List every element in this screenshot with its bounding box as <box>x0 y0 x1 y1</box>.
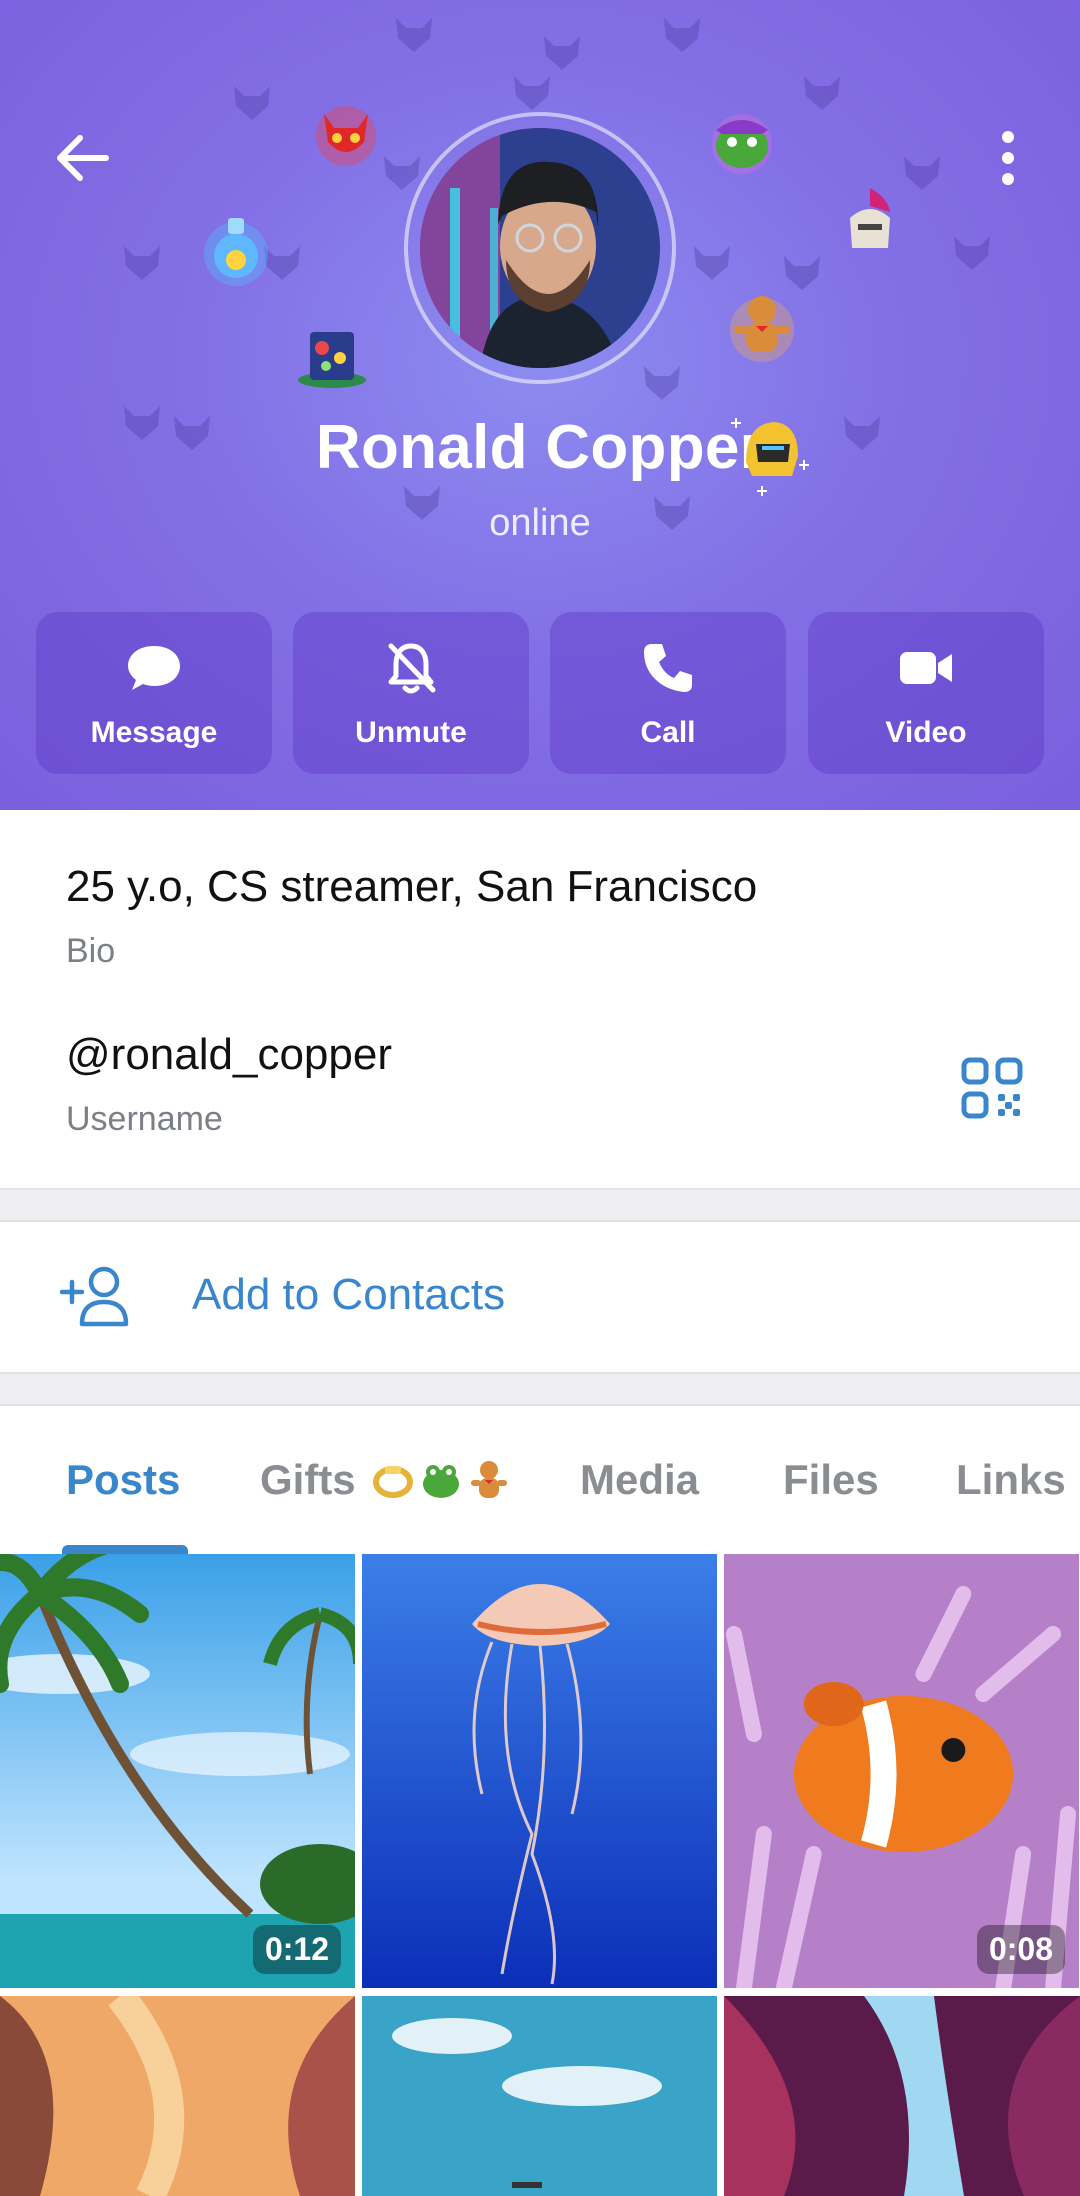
post-tile-palm-beach[interactable]: 0:12 <box>0 1554 355 1988</box>
arrow-left-icon <box>57 135 109 181</box>
purple-canyon-image <box>724 1996 1080 2196</box>
message-bubble-icon <box>128 646 180 690</box>
tab-gifts[interactable]: Gifts <box>260 1456 511 1504</box>
jellyfish-image <box>362 1554 717 1988</box>
profile-name: Ronald Copper <box>315 413 765 482</box>
frog-sticker-icon <box>702 100 782 180</box>
video-button-label: Video <box>885 716 967 749</box>
fox-pattern-icon <box>120 240 164 284</box>
more-menu-button[interactable] <box>985 125 1031 191</box>
tab-gifts-label: Gifts <box>260 1456 356 1503</box>
avatar[interactable] <box>420 128 660 368</box>
fox-pattern-icon <box>230 80 274 124</box>
section-divider <box>0 1372 1080 1406</box>
fox-pattern-icon <box>510 70 554 114</box>
action-buttons: Message Unmute Call Video <box>36 612 1044 774</box>
phone-icon <box>644 644 692 692</box>
add-to-contacts-button[interactable]: Add to Contacts <box>0 1222 1080 1372</box>
bell-off-icon <box>388 643 436 694</box>
message-button[interactable]: Message <box>36 612 272 774</box>
fox-pattern-icon <box>690 240 734 284</box>
post-tile-jellyfish[interactable] <box>362 1554 717 1988</box>
unmute-button-label: Unmute <box>355 716 467 749</box>
bio-value[interactable]: 25 y.o, CS streamer, San Francisco <box>66 862 757 912</box>
tab-media[interactable]: Media <box>580 1456 699 1504</box>
more-vertical-icon <box>1002 131 1014 185</box>
potion-bottle-sticker-icon <box>196 208 276 288</box>
frog-gift-icon <box>419 1458 463 1502</box>
username-label: Username <box>66 1100 223 1138</box>
section-divider <box>0 1188 1080 1222</box>
tab-posts[interactable]: Posts <box>66 1456 180 1504</box>
collectible-helmet-badge-icon[interactable] <box>722 400 818 500</box>
media-tabs: Posts Gifts Media Files Links <box>0 1408 1080 1554</box>
unmute-button[interactable]: Unmute <box>293 612 529 774</box>
call-button-label: Call <box>640 716 696 749</box>
posts-grid: 0:12 0:08 <box>0 1554 1080 2196</box>
fox-pattern-icon <box>540 30 584 74</box>
qr-code-icon <box>961 1057 1023 1119</box>
gingerbread-sticker-icon <box>722 286 802 366</box>
palm-beach-image <box>0 1554 355 1988</box>
video-duration: 0:08 <box>976 1925 1065 1974</box>
fox-pattern-icon <box>800 70 844 114</box>
clownfish-image <box>724 1554 1079 1988</box>
bio-label: Bio <box>66 932 116 970</box>
ring-gift-icon <box>371 1458 415 1502</box>
gingerbread-gift-icon <box>467 1458 511 1502</box>
post-tile-canyon-purple[interactable] <box>724 1996 1080 2196</box>
sea-sky-image <box>362 1996 717 2196</box>
video-duration: 0:12 <box>252 1925 341 1974</box>
magic-hat-sticker-icon <box>292 318 372 398</box>
post-tile-clownfish[interactable]: 0:08 <box>724 1554 1079 1988</box>
username-value[interactable]: @ronald_copper <box>66 1030 392 1080</box>
devil-mask-sticker-icon <box>306 92 386 172</box>
fox-pattern-icon <box>640 360 684 404</box>
call-button[interactable]: Call <box>550 612 786 774</box>
qr-code-button[interactable] <box>960 1056 1024 1120</box>
online-status: online <box>489 502 591 544</box>
avatar-photo <box>420 128 660 368</box>
fox-pattern-icon <box>660 12 704 56</box>
video-button[interactable]: Video <box>808 612 1044 774</box>
canyon-image <box>0 1996 355 2196</box>
fox-pattern-icon <box>950 230 994 274</box>
person-add-icon <box>59 1266 129 1327</box>
post-tile-canyon[interactable] <box>0 1996 355 2196</box>
fox-pattern-icon <box>392 12 436 56</box>
tab-links[interactable]: Links <box>956 1456 1066 1504</box>
active-tab-indicator <box>62 1545 188 1554</box>
back-button[interactable] <box>50 125 116 191</box>
profile-header: Ronald Copper online Message Unmute Call… <box>0 0 1080 810</box>
tab-files[interactable]: Files <box>783 1456 879 1504</box>
message-button-label: Message <box>90 716 218 749</box>
video-camera-icon <box>900 652 952 684</box>
knight-helmet-sticker-icon <box>830 182 910 262</box>
add-to-contacts-label: Add to Contacts <box>192 1270 506 1319</box>
post-tile-sea-sky[interactable] <box>362 1996 717 2196</box>
